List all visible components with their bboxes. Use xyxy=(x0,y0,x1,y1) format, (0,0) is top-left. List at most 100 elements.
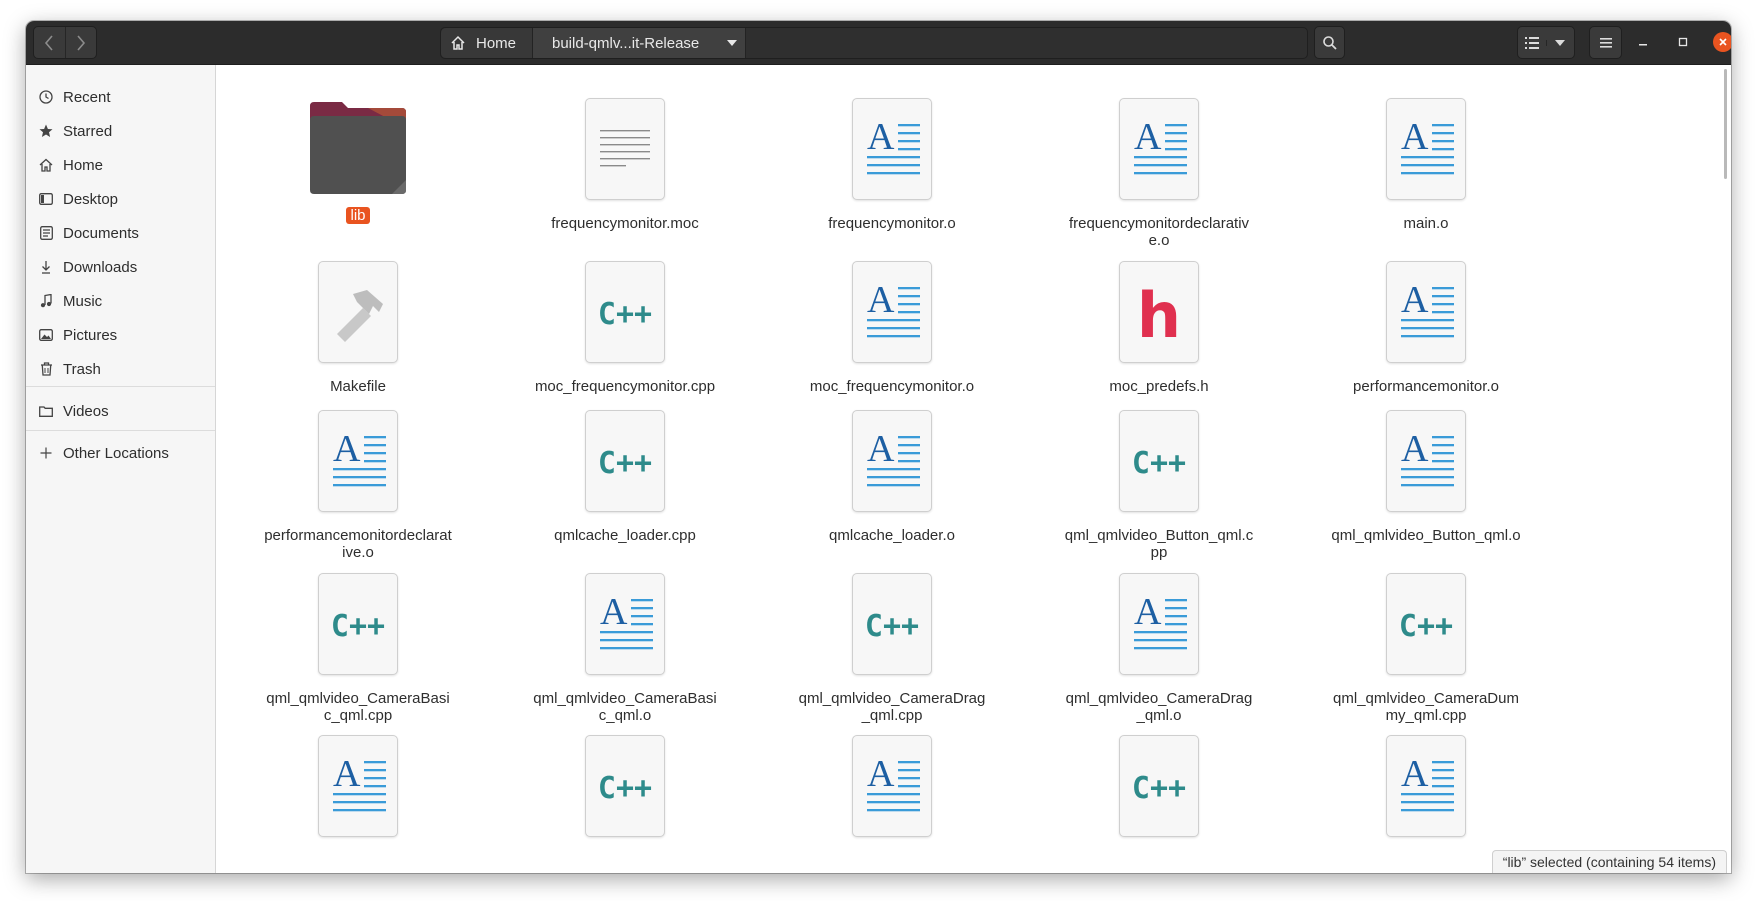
file-item[interactable]: A xyxy=(1311,735,1541,837)
file-name-label: moc_frequencymonitor.cpp xyxy=(534,378,716,395)
file-item[interactable]: Afrequencymonitordeclarative.o xyxy=(1044,98,1274,249)
sidebar-item-desktop[interactable]: Desktop xyxy=(26,182,215,216)
svg-text:A: A xyxy=(1134,116,1162,158)
file-name-label: qmlcache_loader.o xyxy=(829,527,955,544)
svg-text:C++: C++ xyxy=(1132,446,1186,481)
file-name-label: frequencymonitor.moc xyxy=(551,215,699,232)
file-item[interactable]: Aqml_qmlvideo_CameraDrag_qml.o xyxy=(1044,573,1274,724)
file-item[interactable]: C++ qml_qmlvideo_Button_qml.cpp xyxy=(1044,410,1274,561)
file-item[interactable]: A xyxy=(777,735,1007,837)
cpp-file-icon: C++ xyxy=(1119,410,1199,512)
object-file-icon: A xyxy=(1386,98,1466,200)
file-name-label: qml_qmlvideo_CameraDrag_qml.cpp xyxy=(798,690,986,724)
svg-text:A: A xyxy=(333,753,361,795)
cpp-file-icon: C++ xyxy=(585,735,665,837)
svg-text:A: A xyxy=(1401,116,1429,158)
maximize-button[interactable] xyxy=(1673,32,1693,52)
sidebar-item-documents[interactable]: Documents xyxy=(26,216,215,250)
file-item[interactable]: C++ xyxy=(510,735,740,837)
file-item[interactable]: C++ qml_qmlvideo_CameraDrag_qml.cpp xyxy=(777,573,1007,724)
view-dropdown-button[interactable] xyxy=(1545,39,1575,46)
svg-text:C++: C++ xyxy=(331,609,385,644)
hamburger-menu-icon xyxy=(1599,37,1612,48)
file-item[interactable]: C++ qml_qmlvideo_CameraDummy_qml.cpp xyxy=(1311,573,1541,724)
svg-text:A: A xyxy=(1401,279,1429,321)
sidebar-item-label: Home xyxy=(63,156,104,174)
file-name-label: performancemonitor.o xyxy=(1353,378,1499,395)
file-item[interactable]: h moc_predefs.h xyxy=(1044,261,1274,395)
home-icon xyxy=(451,35,465,50)
breadcrumb-current-label: build-qmlv...it-Release xyxy=(552,34,700,52)
file-name-label: performancemonitordeclarative.o xyxy=(264,527,452,561)
go-forward-icon[interactable] xyxy=(64,27,97,58)
cpp-file-icon: C++ xyxy=(318,573,398,675)
file-name-label: lib xyxy=(346,207,370,224)
file-name-label: qml_qmlvideo_CameraDrag_qml.o xyxy=(1065,690,1253,724)
file-manager-window: Home build-qmlv...it-Release Recent Star… xyxy=(26,21,1731,873)
svg-text:A: A xyxy=(1401,428,1429,470)
list-view-button[interactable] xyxy=(1518,36,1546,49)
svg-text:C++: C++ xyxy=(865,609,919,644)
go-back-icon[interactable] xyxy=(34,27,65,58)
sidebar-item-music[interactable]: Music xyxy=(26,284,215,318)
file-name-label: qml_qmlvideo_Button_qml.cpp xyxy=(1064,527,1254,561)
sidebar-item-label: Documents xyxy=(63,224,139,242)
sidebar-divider xyxy=(26,386,215,387)
sidebar-item-recent[interactable]: Recent xyxy=(26,80,215,114)
scrollbar[interactable] xyxy=(1724,69,1727,179)
file-item[interactable]: Aqml_qmlvideo_CameraBasic_qml.o xyxy=(510,573,740,724)
downloads-icon xyxy=(38,259,54,275)
file-item[interactable]: Aperformancemonitor.o xyxy=(1311,261,1541,395)
cpp-file-icon: C++ xyxy=(585,261,665,363)
file-item[interactable]: Aqml_qmlvideo_Button_qml.o xyxy=(1311,410,1541,544)
svg-text:C++: C++ xyxy=(598,297,652,332)
object-file-icon: A xyxy=(585,573,665,675)
object-file-icon: A xyxy=(852,98,932,200)
sidebar-item-other-locations[interactable]: Other Locations xyxy=(26,436,215,470)
header-file-icon: h xyxy=(1119,261,1199,363)
sidebar-item-videos[interactable]: Videos xyxy=(26,394,215,428)
file-name-label: qmlcache_loader.cpp xyxy=(554,527,696,544)
breadcrumb-current[interactable]: build-qmlv...it-Release xyxy=(533,28,746,58)
cpp-file-icon: C++ xyxy=(585,410,665,512)
documents-icon xyxy=(38,225,54,241)
sidebar-item-downloads[interactable]: Downloads xyxy=(26,250,215,284)
file-item[interactable]: C++ qmlcache_loader.cpp xyxy=(510,410,740,544)
sidebar-item-label: Starred xyxy=(63,122,113,140)
star-icon xyxy=(38,123,54,139)
svg-text:C++: C++ xyxy=(1399,609,1453,644)
file-item[interactable]: Aqmlcache_loader.o xyxy=(777,410,1007,544)
home-icon xyxy=(38,157,54,173)
sidebar-item-trash[interactable]: Trash xyxy=(26,352,215,386)
file-item[interactable]: C++ qml_qmlvideo_CameraBasic_qml.cpp xyxy=(243,573,473,724)
menu-button[interactable] xyxy=(1589,26,1622,59)
object-file-icon: A xyxy=(852,261,932,363)
file-item[interactable]: frequencymonitor.moc xyxy=(510,98,740,232)
search-button[interactable] xyxy=(1314,26,1345,59)
sidebar-item-home[interactable]: Home xyxy=(26,148,215,182)
file-item[interactable]: Amoc_frequencymonitor.o xyxy=(777,261,1007,395)
file-item[interactable]: Amain.o xyxy=(1311,98,1541,232)
sidebar-divider xyxy=(26,430,215,431)
file-item[interactable]: C++ moc_frequencymonitor.cpp xyxy=(510,261,740,395)
sidebar-item-starred[interactable]: Starred xyxy=(26,114,215,148)
sidebar-item-pictures[interactable]: Pictures xyxy=(26,318,215,352)
videos-icon xyxy=(38,403,54,419)
file-item[interactable]: Aperformancemonitordeclarative.o xyxy=(243,410,473,561)
file-item[interactable]: C++ xyxy=(1044,735,1274,837)
file-item[interactable]: Afrequencymonitor.o xyxy=(777,98,1007,232)
trash-icon xyxy=(38,361,54,377)
sidebar: Recent Starred Home Desktop Documents Do… xyxy=(26,65,216,873)
close-button[interactable] xyxy=(1713,32,1731,52)
object-file-icon: A xyxy=(1119,98,1199,200)
svg-text:C++: C++ xyxy=(598,771,652,806)
file-item[interactable]: A xyxy=(243,735,473,837)
minimize-icon xyxy=(1639,44,1647,46)
recent-icon xyxy=(38,89,54,105)
breadcrumb-home[interactable]: Home xyxy=(441,28,533,58)
object-file-icon: A xyxy=(1386,410,1466,512)
svg-text:A: A xyxy=(867,116,895,158)
file-item[interactable]: Makefile xyxy=(243,261,473,395)
folder-item[interactable]: lib xyxy=(243,98,473,225)
minimize-button[interactable] xyxy=(1633,32,1653,52)
